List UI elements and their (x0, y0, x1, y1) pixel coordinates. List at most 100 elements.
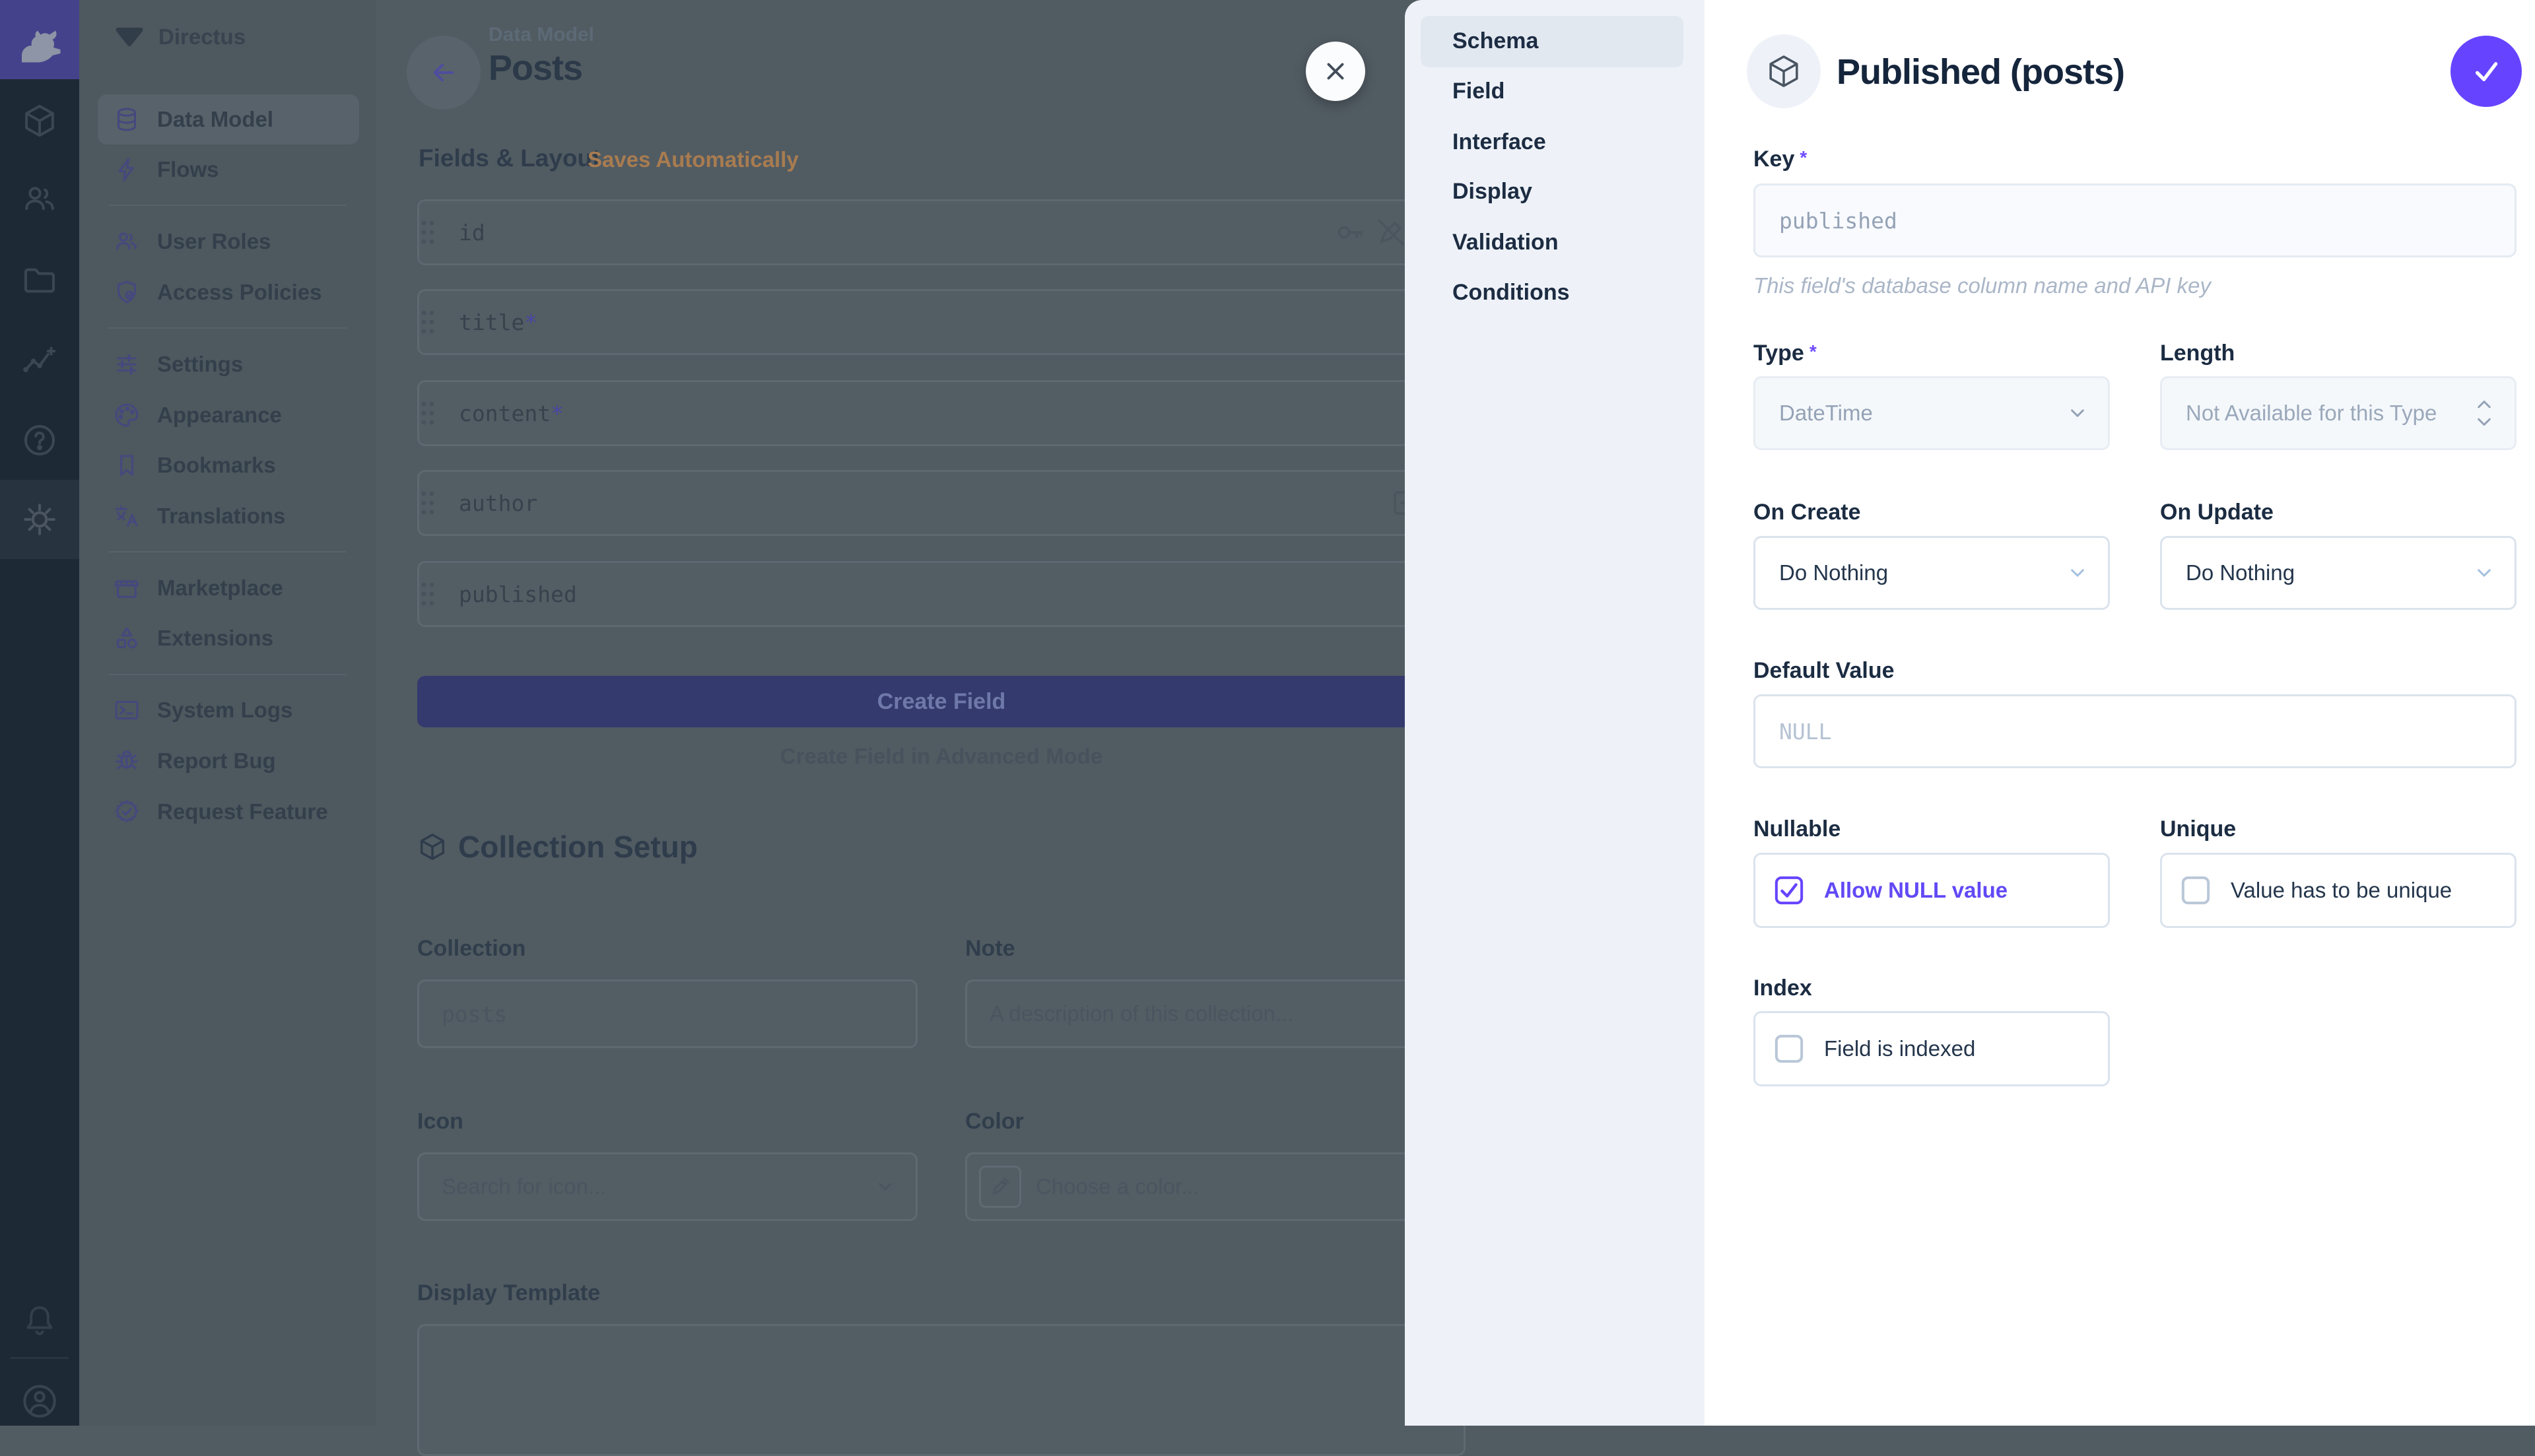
create-field-advanced-link[interactable]: Create Field in Advanced Mode (417, 744, 1466, 769)
tab-schema[interactable]: Schema (1452, 28, 1538, 54)
default-value-label: Default Value (1753, 658, 1895, 684)
directus-logo[interactable] (0, 0, 79, 79)
nav-sidebar: Directus Data Model Flows User Roles Acc… (79, 0, 376, 1426)
unique-label: Unique (2160, 816, 2236, 842)
field-row-published[interactable]: published (417, 561, 1466, 627)
sidebar-item-translations[interactable]: Translations (114, 503, 285, 529)
gear-icon (20, 500, 59, 539)
sidebar-item-user-roles[interactable]: User Roles (114, 228, 271, 255)
sidebar-item-label: User Roles (157, 229, 271, 254)
tab-display[interactable]: Display (1452, 178, 1532, 205)
tab-field[interactable]: Field (1452, 78, 1504, 104)
notifications-button[interactable] (0, 1282, 79, 1359)
field-name: content* (459, 401, 564, 426)
stepper-icons[interactable] (2471, 395, 2497, 432)
cube-icon (1765, 53, 1802, 90)
index-checkbox-field[interactable]: Field is indexed (1753, 1011, 2110, 1086)
drag-handle-icon[interactable] (419, 218, 436, 247)
nav-divider (109, 327, 347, 329)
on-create-label: On Create (1753, 500, 1861, 525)
type-select[interactable]: DateTime (1753, 376, 2110, 450)
icon-select[interactable]: Search for icon... (417, 1152, 918, 1221)
checkbox-unchecked-icon[interactable] (2180, 875, 2211, 906)
drag-handle-icon[interactable] (419, 579, 436, 609)
sidebar-item-extensions[interactable]: Extensions (114, 625, 273, 651)
module-bar-divider (11, 1357, 69, 1359)
field-name: id (459, 220, 485, 246)
collection-input[interactable]: posts (417, 979, 918, 1048)
chevron-down-icon (2064, 400, 2091, 426)
field-row-content[interactable]: content* (417, 380, 1466, 446)
save-button[interactable] (2450, 36, 2522, 107)
module-content[interactable] (0, 83, 79, 159)
sidebar-item-report-bug[interactable]: Report Bug (114, 748, 276, 774)
unique-checkbox-field[interactable]: Value has to be unique (2160, 853, 2517, 928)
drag-handle-icon[interactable] (419, 308, 436, 337)
chevron-down-icon (2064, 560, 2091, 586)
module-docs[interactable] (0, 402, 79, 479)
default-value-input[interactable]: NULL (1753, 694, 2517, 768)
nav-divider (109, 551, 347, 552)
drag-handle-icon[interactable] (419, 399, 436, 428)
key-input[interactable]: published (1753, 183, 2517, 257)
sidebar-item-bookmarks[interactable]: Bookmarks (114, 452, 276, 479)
activity-icon (21, 342, 58, 379)
folder-icon (21, 262, 58, 299)
user-roles-icon (114, 228, 140, 255)
user-circle-icon (18, 1380, 61, 1422)
color-select[interactable]: Choose a color... (965, 1152, 1466, 1221)
length-stepper[interactable]: Not Available for this Type (2160, 376, 2517, 450)
nullable-label: Nullable (1753, 816, 1841, 842)
sidebar-item-appearance[interactable]: Appearance (114, 402, 282, 428)
field-row-title[interactable]: title* (417, 289, 1466, 355)
nullable-checkbox-field[interactable]: Allow NULL value (1753, 853, 2110, 928)
sidebar-item-label: Extensions (157, 626, 273, 651)
sidebar-item-settings[interactable]: Settings (114, 351, 243, 378)
on-create-select[interactable]: Do Nothing (1753, 536, 2110, 610)
sidebar-item-marketplace[interactable]: Marketplace (114, 575, 283, 601)
project-chooser[interactable]: Directus (112, 21, 246, 53)
sidebar-item-label: System Logs (157, 698, 292, 723)
checkbox-unchecked-icon[interactable] (1774, 1034, 1804, 1064)
drawer-close-button[interactable] (1306, 42, 1365, 101)
sidebar-item-data-model[interactable]: Data Model (114, 106, 273, 133)
chevron-down-icon (872, 1174, 898, 1200)
extensions-icon (114, 625, 140, 651)
tab-conditions[interactable]: Conditions (1452, 279, 1570, 306)
sidebar-item-access-policies[interactable]: Access Policies (114, 279, 322, 306)
cloud-icon (112, 21, 147, 53)
required-star: * (524, 310, 537, 335)
sidebar-item-label: Translations (157, 504, 285, 529)
on-update-select[interactable]: Do Nothing (2160, 536, 2517, 610)
field-row-author[interactable]: author (417, 470, 1466, 536)
key-helper-text: This field's database column name and AP… (1753, 273, 2211, 298)
tab-validation[interactable]: Validation (1452, 229, 1559, 255)
page-title: Posts (489, 48, 582, 88)
bell-icon (21, 1302, 58, 1339)
sidebar-item-label: Data Model (157, 107, 273, 132)
required-star: * (1800, 147, 1807, 168)
field-row-id[interactable]: id (417, 199, 1466, 265)
display-template-input[interactable] (417, 1324, 1466, 1456)
collection-setup-heading: Collection Setup (417, 829, 698, 865)
module-insights[interactable] (0, 322, 79, 399)
user-menu-button[interactable] (0, 1363, 79, 1439)
sidebar-item-label: Appearance (157, 403, 282, 428)
color-swatch[interactable] (979, 1166, 1021, 1208)
module-files[interactable] (0, 242, 79, 319)
sidebar-item-system-logs[interactable]: System Logs (114, 697, 292, 723)
checkbox-checked-icon[interactable] (1774, 875, 1804, 906)
sidebar-item-request-feature[interactable]: Request Feature (114, 799, 328, 825)
help-icon (21, 422, 58, 459)
sidebar-item-label: Bookmarks (157, 453, 276, 478)
back-button[interactable] (407, 36, 481, 110)
note-input[interactable]: A description of this collection... (965, 979, 1466, 1048)
create-field-button[interactable]: Create Field (417, 676, 1466, 727)
breadcrumb: Data Model (489, 24, 594, 46)
drag-handle-icon[interactable] (419, 488, 436, 517)
nav-divider (109, 674, 347, 675)
tab-interface[interactable]: Interface (1452, 129, 1546, 155)
sidebar-item-flows[interactable]: Flows (114, 156, 219, 183)
module-users[interactable] (0, 160, 79, 237)
module-settings[interactable] (0, 480, 79, 559)
